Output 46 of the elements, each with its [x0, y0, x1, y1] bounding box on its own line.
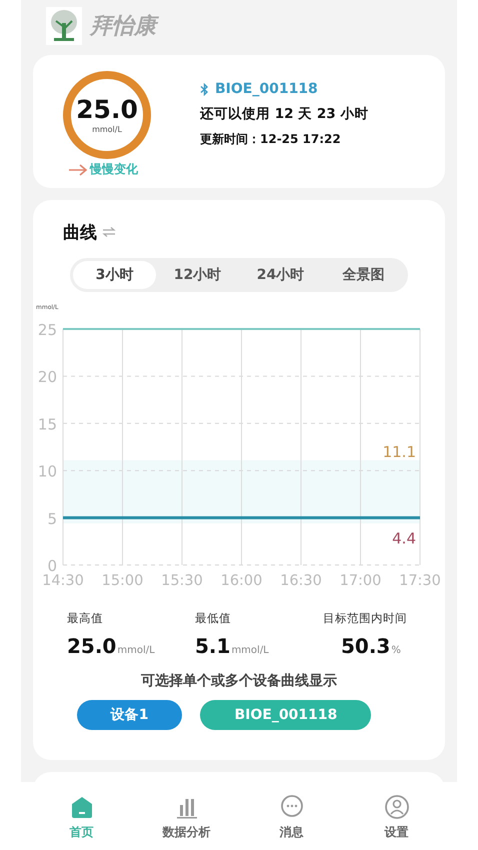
trend-label: 慢慢变化: [90, 161, 138, 178]
stat-unit: mmol/L: [231, 645, 269, 656]
range-tab[interactable]: 12小时: [156, 261, 239, 289]
y-tick-label: 25: [38, 321, 57, 339]
tree-logo-icon: [46, 7, 82, 45]
stat-label: 目标范围内时间: [323, 611, 408, 626]
x-tick-label: 17:00: [340, 573, 382, 589]
y-tick-label: 0: [47, 557, 57, 575]
range-tab[interactable]: 3小时: [73, 261, 156, 289]
glucose-unit: mmol/L: [92, 124, 122, 134]
range-tab[interactable]: 全景图: [322, 261, 405, 289]
bluetooth-icon: [200, 82, 209, 96]
stat-label: 最高值: [67, 611, 104, 626]
stat-value: 5.1: [195, 634, 230, 658]
section-title: 曲线: [63, 222, 97, 244]
stat-value: 50.3: [341, 634, 390, 658]
x-tick-label: 16:00: [220, 573, 262, 589]
x-tick-label: 16:30: [280, 573, 322, 589]
arrow-right-icon: [68, 164, 88, 176]
chat-icon: [278, 794, 304, 820]
range-tab[interactable]: 24小时: [239, 261, 322, 289]
stat-unit: %: [391, 645, 401, 656]
device-name: BIOE_001118: [215, 81, 318, 97]
y-tick-label: 15: [38, 415, 57, 434]
update-time: 更新时间：12-25 17:22: [200, 131, 342, 148]
device-hint: 可选择单个或多个设备曲线显示: [140, 672, 338, 690]
nav-tab[interactable]: 消息: [246, 782, 336, 850]
y-tick-label: 20: [38, 368, 57, 386]
range-limit-label: 4.4: [392, 529, 416, 548]
swap-icon[interactable]: [102, 227, 116, 237]
x-tick-label: 15:00: [102, 573, 144, 589]
x-tick-label: 15:30: [161, 573, 203, 589]
user-icon: [384, 794, 410, 820]
device-button[interactable]: 设备1: [76, 700, 182, 730]
stat-value: 25.0: [67, 634, 116, 658]
glucose-value: 25.0: [76, 96, 138, 122]
remaining-time: 还可以使用 12 天 23 小时: [200, 105, 368, 123]
nav-tab[interactable]: 数据分析: [142, 782, 232, 850]
stat-unit: mmol/L: [117, 645, 155, 656]
x-tick-label: 14:30: [42, 573, 84, 589]
y-tick-label: 5: [47, 510, 57, 528]
nav-tab[interactable]: 设置: [352, 782, 442, 850]
range-limit-label: 11.1: [382, 443, 416, 462]
x-tick-label: 17:30: [399, 573, 441, 589]
y-tick-label: 10: [38, 462, 57, 481]
stat-label: 最低值: [195, 611, 232, 626]
